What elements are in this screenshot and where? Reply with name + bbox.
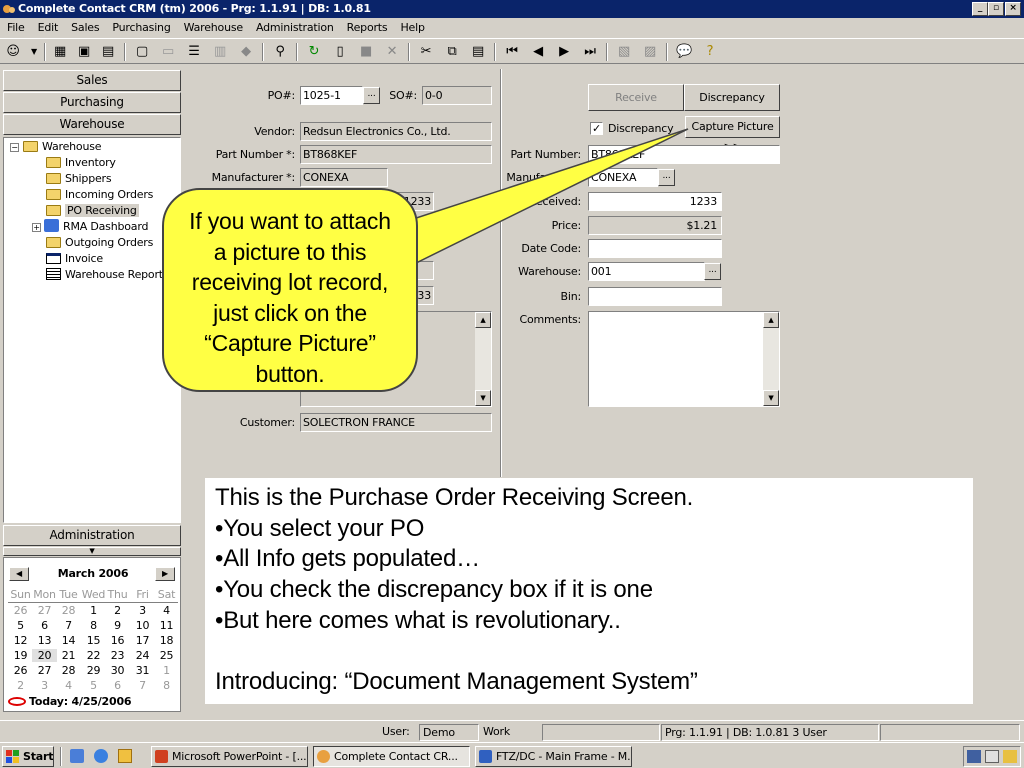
overlay-line: •You check the discrepancy box if it is … — [215, 576, 653, 604]
taskbar-powerpoint[interactable]: Microsoft PowerPoint - [... — [151, 746, 308, 767]
overlay-line: •But here comes what is revolutionary.. — [215, 606, 621, 634]
folder-shortcut-icon[interactable] — [118, 749, 132, 763]
presentation-text-box: This is the Purchase Order Receiving Scr… — [205, 478, 973, 704]
browser-icon[interactable] — [94, 749, 108, 763]
status-panel — [880, 724, 1020, 741]
work-date-label: Work Date: — [483, 725, 512, 753]
system-tray — [963, 746, 1021, 767]
overlay-line: Introducing: “Document Management System… — [215, 668, 698, 696]
powerpoint-icon — [155, 750, 168, 763]
version-info: Prg: 1.1.91 | DB: 1.0.81 3 User — [661, 724, 879, 741]
show-desktop-icon[interactable] — [70, 749, 84, 763]
ftz-icon — [479, 750, 492, 763]
overlay-line: This is the Purchase Order Receiving Scr… — [215, 484, 694, 511]
windows-logo-icon — [6, 750, 19, 763]
tray-app-icon[interactable] — [985, 750, 999, 763]
tray-network-icon[interactable] — [967, 750, 981, 763]
crm-icon — [317, 750, 330, 763]
taskbar-ftz[interactable]: FTZ/DC - Main Frame - M... — [475, 746, 632, 767]
tray-volume-icon[interactable] — [1003, 750, 1017, 763]
taskbar-crm[interactable]: Complete Contact CR... — [313, 746, 470, 767]
user-label: User: — [382, 725, 410, 738]
overlay-line: •You select your PO — [215, 514, 425, 542]
start-button[interactable]: Start — [2, 746, 54, 767]
overlay-line — [215, 637, 973, 668]
tip-callout: If you want to attach a picture to this … — [162, 188, 418, 392]
work-date-value — [542, 724, 660, 741]
taskbar: Start Microsoft PowerPoint - [... Comple… — [0, 742, 1024, 768]
status-bar: User: Demo Work Date: Prg: 1.1.91 | DB: … — [0, 720, 1024, 753]
overlay-line: •All Info gets populated… — [215, 545, 480, 573]
user-value: Demo — [419, 724, 479, 741]
